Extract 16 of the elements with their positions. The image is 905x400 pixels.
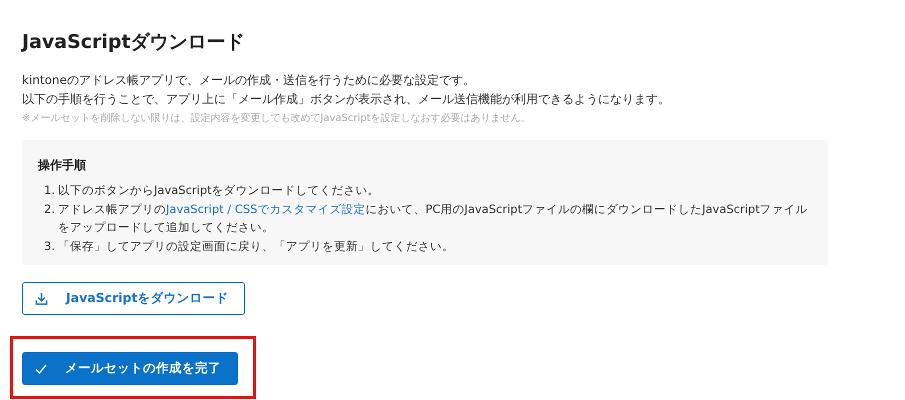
page-title: JavaScriptダウンロード bbox=[22, 30, 245, 54]
step-number: 2. bbox=[44, 200, 56, 218]
step-number: 3. bbox=[44, 238, 56, 254]
panel-heading: 操作手順 bbox=[38, 157, 86, 174]
download-button[interactable]: JavaScriptをダウンロード bbox=[22, 282, 246, 315]
description-text: kintoneのアドレス帳アプリで、メールの作成・送信を行うために必要な設定です。 bbox=[22, 72, 475, 89]
note-text: ※メールセットを削除しない限りは、設定内容を変更しても改めてJavaScriptを設定しなおす必要はありません。 bbox=[22, 112, 531, 126]
step-text: 「保存」してアプリの設定画面に戻り、「アプリを更新」してください。 bbox=[58, 238, 455, 254]
download-icon bbox=[35, 292, 48, 305]
step-number: 1. bbox=[44, 182, 56, 199]
step-text: アドレス帳アプリのJavaScript / CSSでカスタマイズ設定において、PC用のJavaScriptファイルの欄にダウンロードしたJavaScriptファイルをアップロードして追加してください。 bbox=[58, 200, 809, 236]
customize-link[interactable]: JavaScript / CSSでカスタマイズ設定 bbox=[166, 202, 366, 216]
description-text: 以下の手順を行うことで、アプリ上に「メール作成」ボタンが表示され、メール送信機能が利用できるようになります。 bbox=[22, 91, 670, 108]
step-text: 以下のボタンからJavaScriptをダウンロードしてください。 bbox=[58, 182, 381, 199]
check-icon bbox=[35, 364, 47, 374]
complete-button[interactable]: メールセットの作成を完了 bbox=[22, 352, 238, 385]
